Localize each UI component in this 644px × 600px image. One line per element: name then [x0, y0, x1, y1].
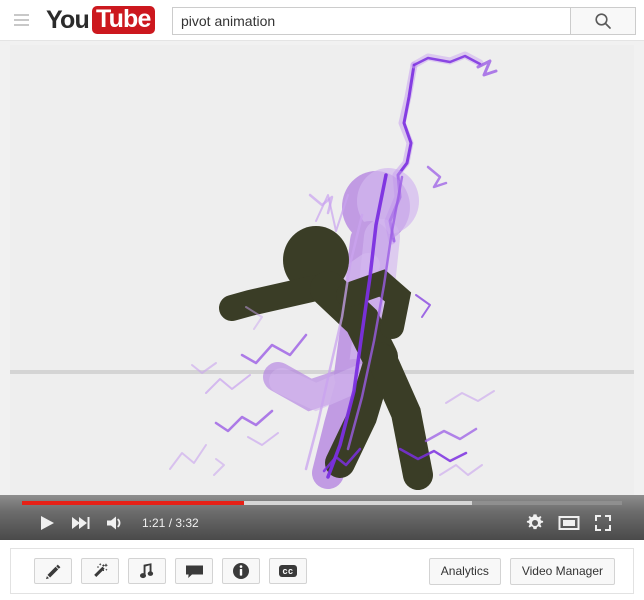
masthead: You Tube — [0, 0, 644, 41]
play-button[interactable] — [30, 512, 64, 534]
video-manager-button[interactable]: Video Manager — [509, 557, 615, 585]
settings-button[interactable] — [518, 512, 552, 534]
logo-tube-text: Tube — [91, 6, 155, 35]
hamburger-icon-bar — [13, 24, 29, 26]
volume-button[interactable] — [98, 512, 132, 534]
logo-you-text: You — [46, 5, 90, 34]
progress-played — [22, 501, 244, 505]
music-note-icon — [139, 563, 153, 579]
info-circle-icon — [233, 563, 249, 579]
guide-menu-button[interactable] — [4, 3, 38, 37]
editor-tools-group: cc — [34, 558, 307, 584]
edit-button[interactable] — [34, 558, 72, 584]
pencil-icon — [45, 564, 60, 579]
time-display: 1:21 / 3:32 — [142, 516, 199, 530]
analytics-button[interactable]: Analytics — [428, 557, 501, 585]
gear-icon — [526, 514, 544, 530]
controls-left-group: 1:21 / 3:32 — [30, 512, 199, 534]
search-icon — [595, 13, 611, 29]
volume-icon — [107, 516, 121, 530]
play-icon — [41, 516, 54, 530]
speech-bubble-icon — [185, 565, 203, 578]
annotations-button[interactable] — [175, 558, 213, 584]
search-button[interactable] — [570, 7, 636, 35]
fullscreen-icon — [595, 515, 611, 531]
enhancements-button[interactable] — [81, 558, 119, 584]
video-stage[interactable] — [10, 45, 634, 496]
cc-icon: cc — [279, 565, 297, 577]
captions-button[interactable]: cc — [269, 558, 307, 584]
hamburger-icon-bar — [13, 19, 29, 21]
hamburger-icon-bar — [13, 14, 29, 16]
player-controls: 1:21 / 3:32 — [0, 495, 644, 540]
theater-mode-icon — [558, 516, 580, 530]
stick-figure-animation — [169, 51, 498, 490]
search-input[interactable] — [172, 7, 570, 35]
audio-button[interactable] — [128, 558, 166, 584]
next-track-icon — [72, 517, 90, 529]
video-player[interactable]: 1:21 / 3:32 — [0, 41, 644, 540]
theater-mode-button[interactable] — [552, 512, 586, 534]
video-editor-panel: cc Analytics Video Manager — [10, 548, 634, 594]
youtube-logo[interactable]: You Tube — [46, 5, 155, 35]
fullscreen-button[interactable] — [586, 512, 620, 534]
search-form — [172, 7, 636, 35]
panel-actions-group: Analytics Video Manager — [428, 557, 615, 585]
magic-wand-icon — [94, 563, 108, 577]
next-video-button[interactable] — [64, 512, 98, 534]
controls-right-group — [518, 512, 620, 534]
info-button[interactable] — [222, 558, 260, 584]
progress-bar[interactable] — [22, 501, 622, 505]
